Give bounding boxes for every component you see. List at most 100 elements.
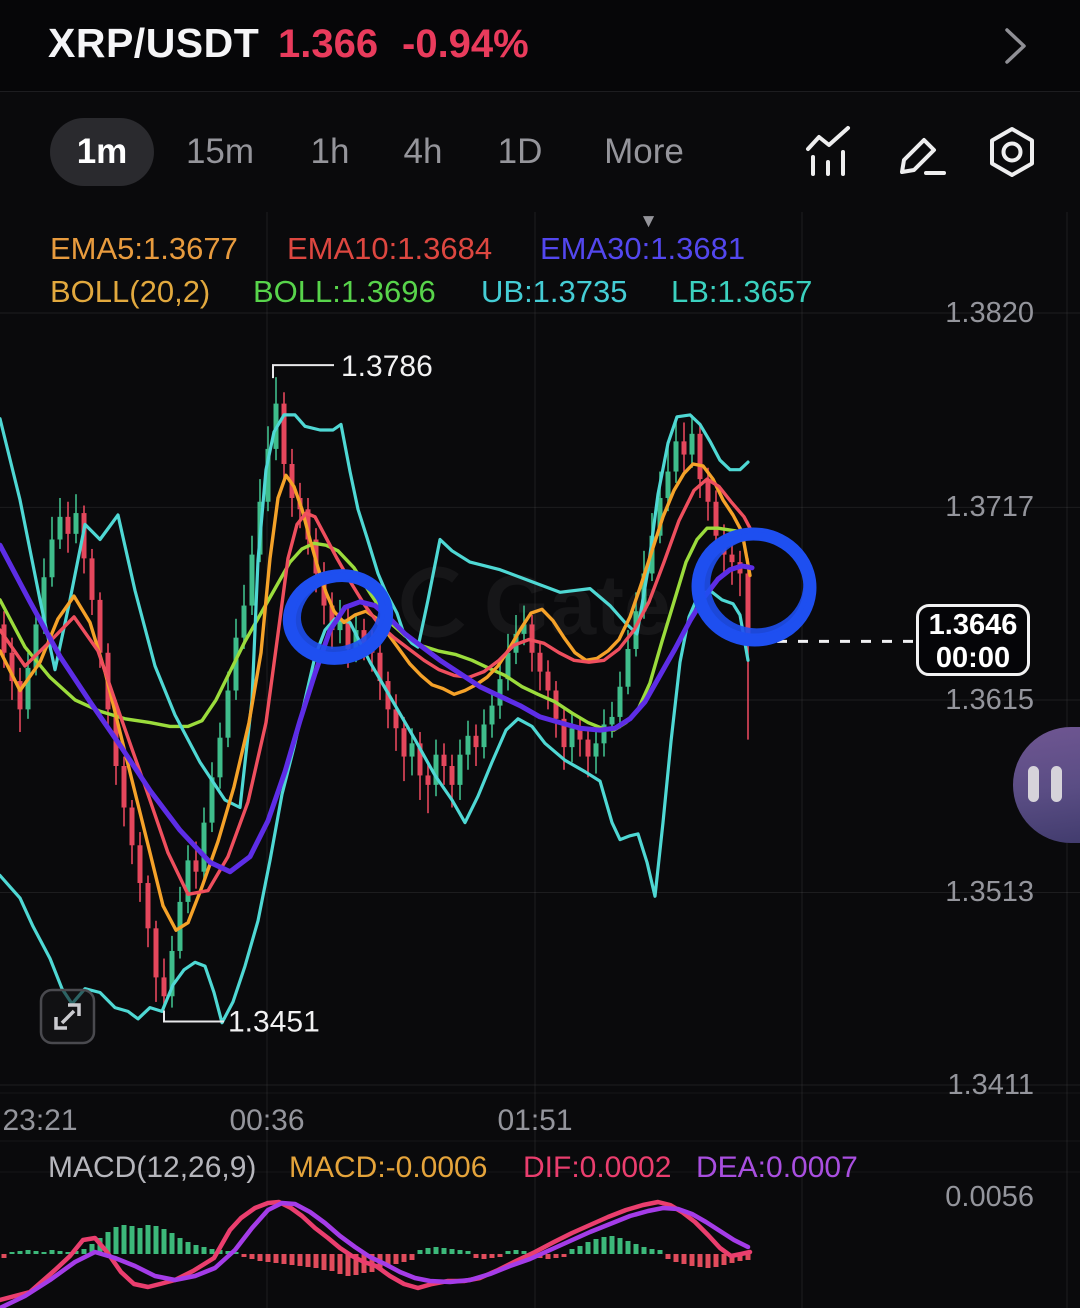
pair-title: XRP/USDT [48, 20, 260, 66]
macd-histogram-bar [337, 1254, 343, 1274]
candle-body [49, 539, 55, 578]
macd-histogram-bar [113, 1227, 119, 1254]
macd-histogram-bar [257, 1254, 263, 1261]
macd-histogram-bar [177, 1238, 183, 1254]
low-marker-label: 1.3451 [228, 1005, 320, 1038]
candle-body [609, 716, 615, 725]
macd-histogram-bar [9, 1252, 15, 1254]
macd-histogram-bar [17, 1251, 23, 1254]
macd-histogram-bar [465, 1251, 471, 1254]
draw-pencil-icon[interactable] [892, 124, 948, 180]
expand-chart-icon[interactable] [39, 988, 96, 1045]
price-axis-label: 1.3820 [945, 297, 1034, 329]
macd-histogram-bar [209, 1249, 215, 1254]
macd-histogram-bar [473, 1254, 479, 1258]
candle-body [593, 743, 599, 757]
macd-histogram-bar [329, 1254, 335, 1271]
macd-histogram-bar [57, 1251, 63, 1254]
indicator-label: BOLL:1.3696 [253, 274, 436, 309]
macd-histogram-bar [129, 1226, 135, 1254]
macd-histogram-bar [617, 1238, 623, 1254]
last-price-box: 1.3646 00:00 [916, 604, 1030, 676]
macd-histogram-bar [193, 1245, 199, 1254]
macd-histogram-bar [289, 1254, 295, 1265]
indicator-label: EMA30:1.3681 [540, 231, 746, 266]
macd-histogram-bar [433, 1247, 439, 1254]
macd-histogram-bar [641, 1247, 647, 1254]
last-price: 1.366 [278, 22, 379, 66]
macd-histogram-bar [601, 1237, 607, 1254]
macd-histogram-bar [505, 1251, 511, 1254]
candle-body [57, 516, 63, 540]
last-price-time: 00:00 [935, 642, 1011, 674]
indicator-label: UB:1.3735 [481, 274, 628, 309]
candle-body [697, 433, 703, 480]
tab-4h[interactable]: 4h [395, 118, 451, 186]
macd-histogram-bar [625, 1241, 631, 1254]
price-axis-label: 1.3717 [945, 491, 1034, 524]
handle-bar-icon [1028, 766, 1039, 802]
tab-1h[interactable]: 1h [302, 118, 358, 186]
macd-histogram-bar [521, 1251, 527, 1254]
candle-body [65, 516, 71, 534]
time-axis-label: 00:36 [229, 1104, 305, 1137]
chevron-right-icon[interactable] [1000, 24, 1030, 68]
candle-body [689, 433, 695, 455]
macd-histogram-bar [153, 1226, 159, 1254]
macd-histogram-bar [305, 1254, 311, 1267]
macd-histogram-bar [705, 1254, 711, 1268]
candle-body [713, 501, 719, 536]
price-axis-label: 1.3513 [945, 876, 1034, 909]
tab-more[interactable]: More▼ [594, 118, 694, 232]
tab-1m[interactable]: 1m [50, 118, 154, 186]
candle-body [281, 403, 287, 464]
candle-body [73, 513, 79, 534]
candle-body [137, 845, 143, 884]
tab-15m[interactable]: 15m [180, 118, 260, 186]
candle-body [489, 705, 495, 725]
macd-histogram-bar [345, 1254, 351, 1276]
macd-histogram-bar [577, 1246, 583, 1254]
macd-histogram-bar [249, 1254, 255, 1259]
header-divider [0, 91, 1080, 92]
macd-histogram-bar [33, 1251, 39, 1254]
macd-histogram-bar [169, 1233, 175, 1254]
macd-histogram-bar [593, 1239, 599, 1254]
macd-histogram-bar [609, 1236, 615, 1254]
chart-settings-icon[interactable] [984, 124, 1040, 180]
candle-body [217, 737, 223, 778]
candle-body [161, 977, 167, 997]
macd-histogram-bar [585, 1242, 591, 1254]
candle-body [625, 648, 631, 687]
tab-1d[interactable]: 1D [491, 118, 549, 186]
macd-histogram-bar [697, 1254, 703, 1267]
candle-body [481, 724, 487, 748]
indicator-line [0, 477, 754, 896]
indicator-chart-icon[interactable] [802, 124, 858, 180]
macd-histogram-bar [393, 1254, 399, 1264]
macd-histogram-bar [489, 1254, 495, 1258]
macd-histogram-bar [25, 1250, 31, 1254]
macd-histogram-bar [633, 1244, 639, 1254]
candle-body [545, 671, 551, 691]
candle-body [729, 554, 735, 563]
candle-body [401, 728, 407, 757]
candle-body [457, 754, 463, 785]
low-marker-line [163, 1010, 224, 1023]
high-marker-line [272, 364, 334, 379]
indicator-label: BOLL(20,2) [50, 274, 211, 309]
candle-body [193, 860, 199, 872]
macd-histogram-bar [417, 1250, 423, 1254]
macd-histogram-bar [201, 1247, 207, 1254]
candle-body [249, 554, 255, 606]
macd-histogram-bar [281, 1254, 287, 1264]
macd-histogram-bar [185, 1242, 191, 1254]
macd-histogram-bar [481, 1254, 487, 1259]
macd-histogram-bar [681, 1254, 687, 1264]
macd-histogram-bar [721, 1254, 727, 1265]
hand-drawn-circle-annotation [703, 532, 811, 636]
macd-histogram-bar [241, 1254, 247, 1257]
macd-histogram-bar [41, 1252, 47, 1254]
macd-label: DIF:0.0002 [523, 1151, 672, 1184]
macd-histogram-bar [265, 1254, 271, 1262]
